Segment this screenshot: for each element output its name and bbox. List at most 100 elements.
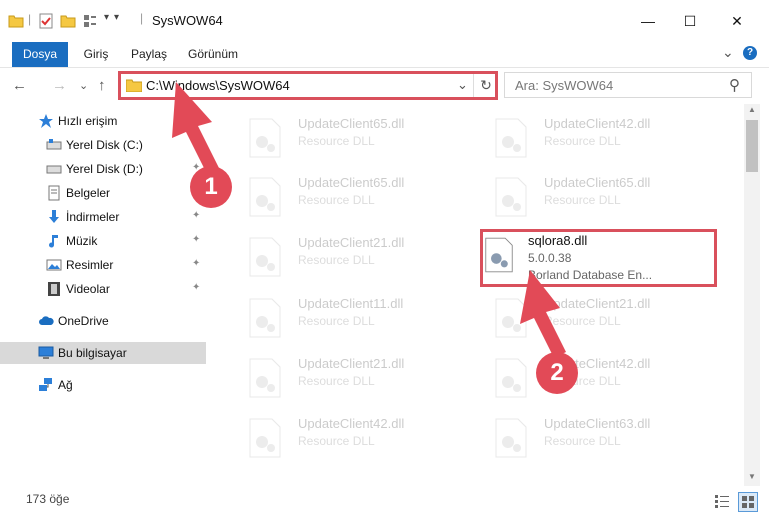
large-icons-view-icon[interactable] [738,492,758,512]
sidebar-item-label: Hızlı erişim [58,114,118,128]
sidebar-item-label: OneDrive [58,314,109,328]
file-description: Resource DLL [544,314,621,328]
step-badge-1: 1 [190,166,232,208]
sidebar-item-label: Videolar [66,282,110,296]
minimize-button[interactable]: — [625,8,671,34]
file-name: UpdateClient42.dll [544,116,651,131]
pin-icon: ✦ [192,234,201,245]
document-icon [48,185,60,201]
sidebar-item-network[interactable]: Ağ [0,374,206,396]
drive-icon [46,139,62,150]
item-count: 173 öğe [26,492,70,506]
sidebar-item-label: Yerel Disk (D:) [66,162,143,176]
sidebar-item-this-pc[interactable]: Bu bilgisayar [0,342,206,364]
annotation-highlight-address [118,71,498,100]
sidebar-item-label: Müzik [66,234,98,248]
tab-dosya[interactable]: Dosya [12,42,68,67]
new-folder-icon[interactable] [60,13,76,29]
file-item[interactable]: UpdateClient42.dll Resource DLL [472,348,708,404]
details-view-icon[interactable] [714,494,730,508]
forward-button[interactable]: → [52,77,67,94]
navigation-pane: Hızlı erişim Yerel Disk (C:) ✦ Yerel Dis… [0,106,208,486]
file-description: Resource DLL [544,193,621,207]
file-description: Resource DLL [298,134,375,148]
tab-giris[interactable]: Giriş [76,42,116,67]
scroll-down-icon[interactable]: ▼ [748,472,756,481]
separator: | [140,11,144,25]
dll-file-icon [495,298,527,338]
file-item[interactable]: UpdateClient21.dll Resource DLL [226,227,462,283]
file-name: UpdateClient42.dll [298,416,405,431]
chevron-down-icon[interactable]: ▾ [114,12,119,23]
sidebar-item-onedrive[interactable]: OneDrive [0,310,206,332]
cloud-icon [39,316,54,325]
file-item[interactable]: UpdateClient21.dll Resource DLL [472,288,708,344]
file-item[interactable]: UpdateClient21.dll Resource DLL [226,348,462,404]
sidebar-item-downloads[interactable]: İndirmeler ✦ [0,206,206,228]
sidebar-item-videos[interactable]: Videolar ✦ [0,278,206,300]
dll-file-icon [495,358,527,398]
annotation-highlight-file [480,229,717,287]
dll-file-icon [249,298,281,338]
scroll-up-icon[interactable]: ▲ [748,105,756,114]
search-icon[interactable]: ⚲ [729,76,740,94]
up-button[interactable]: ↑ [98,77,106,94]
file-item[interactable]: UpdateClient65.dll Resource DLL [226,108,462,164]
search-input[interactable]: Ara: SysWOW64 [515,78,613,93]
expand-ribbon-icon[interactable]: ⌄ [722,44,734,61]
sidebar-item-quick-access[interactable]: Hızlı erişim [0,110,206,132]
music-icon [49,235,58,248]
tab-paylas[interactable]: Paylaş [126,42,172,67]
file-description: Resource DLL [298,314,375,328]
sidebar-item-local-disk-c[interactable]: Yerel Disk (C:) ✦ [0,134,206,156]
tab-gorunum[interactable]: Görünüm [184,42,242,67]
file-item[interactable]: UpdateClient42.dll Resource DLL [226,408,462,464]
pin-icon: ✦ [192,282,201,293]
properties-icon[interactable] [38,13,54,29]
vertical-scrollbar[interactable]: ▲ ▼ [744,104,760,486]
dll-file-icon [495,418,527,458]
file-name: UpdateClient21.dll [298,356,405,371]
file-item[interactable]: UpdateClient63.dll Resource DLL [472,408,708,464]
maximize-button[interactable]: ☐ [667,8,713,34]
star-icon [39,114,53,128]
view-icon[interactable] [82,13,98,29]
sidebar-item-documents[interactable]: Belgeler ✦ [0,182,206,204]
step-badge-2: 2 [536,352,578,394]
file-name: UpdateClient65.dll [544,175,651,190]
scrollbar-thumb[interactable] [746,120,758,172]
file-item[interactable]: UpdateClient65.dll Resource DLL [226,167,462,223]
folder-icon [8,15,24,28]
sidebar-item-music[interactable]: Müzik ✦ [0,230,206,252]
file-name: UpdateClient11.dll [298,296,404,311]
file-item[interactable]: UpdateClient65.dll Resource DLL [472,167,708,223]
recent-locations-button[interactable]: ⌄ [79,79,88,92]
window-title: SysWOW64 [152,13,223,28]
file-description: Resource DLL [298,193,375,207]
sidebar-item-pictures[interactable]: Resimler ✦ [0,254,206,276]
sidebar-item-label: Resimler [66,258,114,272]
sidebar-item-local-disk-d[interactable]: Yerel Disk (D:) ✦ [0,158,206,180]
network-icon [39,378,52,391]
sidebar-item-label: Ağ [58,378,73,392]
pin-icon: ✦ [192,138,201,149]
help-icon[interactable]: ? [743,46,757,60]
customize-quick-access-icon[interactable]: ▾ [104,12,109,23]
close-button[interactable]: ✕ [714,8,760,34]
dll-file-icon [249,418,281,458]
pictures-icon [46,259,62,271]
search-box[interactable]: Ara: SysWOW64 ⚲ [504,72,752,98]
computer-icon [38,346,54,359]
dll-file-icon [495,118,527,158]
file-item[interactable]: UpdateClient42.dll Resource DLL [472,108,708,164]
title-bar: | ▾ ▾ | SysWOW64 — ☐ ✕ [0,0,769,42]
back-button[interactable]: ← [12,77,27,94]
dll-file-icon [249,118,281,158]
status-bar: 173 öğe [0,486,769,521]
dll-file-icon [249,237,281,277]
file-name: UpdateClient63.dll [544,416,651,431]
file-name: UpdateClient65.dll [298,175,405,190]
sidebar-item-label: Yerel Disk (C:) [66,138,143,152]
file-item[interactable]: UpdateClient11.dll Resource DLL [226,288,462,344]
dll-file-icon [249,358,281,398]
